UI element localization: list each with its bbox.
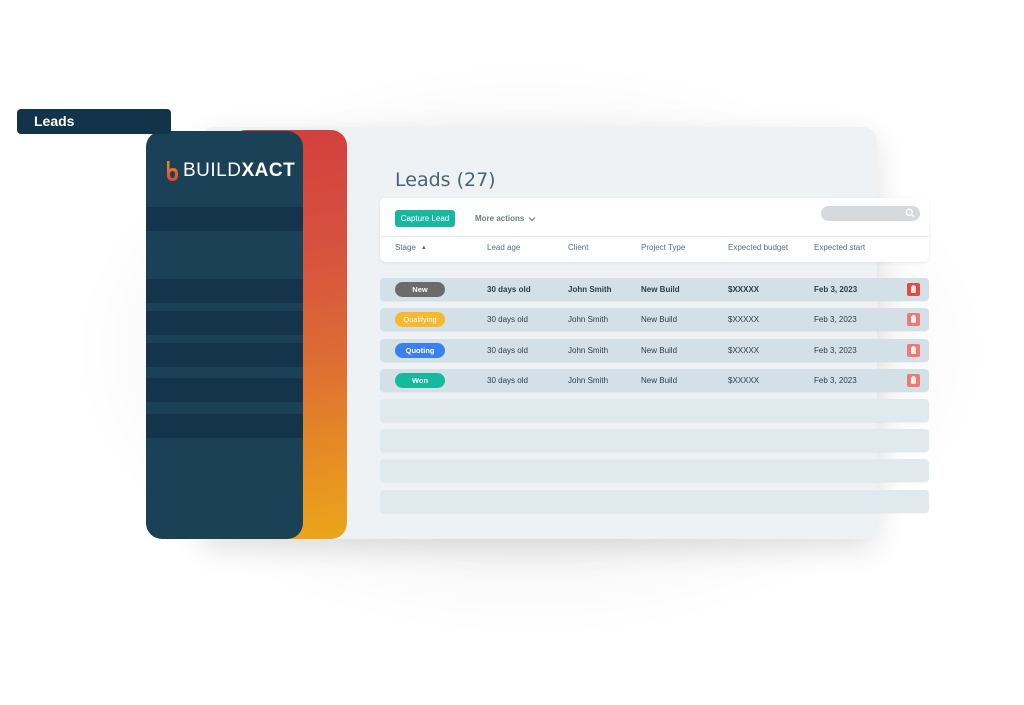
project-type-cell: New Build (641, 346, 678, 355)
client-cell: John Smith (568, 315, 609, 324)
more-actions-label: More actions (475, 214, 525, 223)
lead-age-cell: 30 days old (487, 315, 528, 324)
trash-icon (907, 344, 920, 357)
search-icon (905, 208, 915, 218)
stage-badge: Qualifying (395, 312, 445, 327)
start-date-cell: Feb 3, 2023 (814, 346, 857, 355)
brand-name-bold: XACT (241, 160, 296, 181)
client-cell: John Smith (568, 376, 609, 385)
column-header-lead-age[interactable]: Lead age (487, 243, 520, 252)
table-row[interactable]: Won 30 days old John Smith New Build $XX… (380, 369, 929, 392)
sidebar-nav-item[interactable] (146, 414, 303, 438)
stage-badge: Quoting (395, 343, 445, 358)
table-row[interactable]: New 30 days old John Smith New Build $XX… (380, 278, 929, 301)
search-input[interactable] (821, 206, 920, 221)
project-type-cell: New Build (641, 285, 680, 294)
client-cell: John Smith (568, 346, 609, 355)
placeholder-row (380, 399, 929, 422)
project-type-cell: New Build (641, 315, 678, 324)
placeholder-row (380, 459, 929, 482)
column-header-expected-budget[interactable]: Expected budget (728, 243, 788, 252)
start-date-cell: Feb 3, 2023 (814, 315, 857, 324)
sidebar-nav-item[interactable] (146, 378, 303, 402)
budget-cell: $XXXXX (728, 346, 760, 355)
budget-cell: $XXXXX (728, 285, 760, 294)
sidebar-nav-item[interactable] (146, 343, 303, 367)
buildxact-logo-icon (167, 161, 178, 181)
lead-age-cell: 30 days old (487, 346, 528, 355)
sidebar-nav-item[interactable] (146, 207, 303, 231)
trash-icon (907, 313, 920, 326)
delete-button[interactable] (907, 374, 920, 387)
project-type-cell: New Build (641, 376, 678, 385)
brand-logo: BUILD XACT (165, 160, 295, 182)
start-date-cell: Feb 3, 2023 (814, 285, 858, 294)
sort-ascending-icon: ▲ (420, 245, 427, 251)
column-header-expected-start[interactable]: Expected start (814, 243, 865, 252)
sidebar-item-leads[interactable]: Leads (17, 109, 171, 134)
page-title: Leads (27) (395, 169, 496, 191)
sidebar-nav-item[interactable] (146, 311, 303, 335)
lead-age-cell: 30 days old (487, 285, 531, 294)
placeholder-row (380, 429, 929, 452)
budget-cell: $XXXXX (728, 376, 760, 385)
delete-button[interactable] (907, 283, 920, 296)
sidebar: BUILD XACT (146, 131, 303, 539)
column-header-stage[interactable]: Stage ▲ (395, 243, 427, 252)
trash-icon (907, 283, 920, 296)
capture-lead-button[interactable]: Capture Lead (395, 210, 455, 227)
client-cell: John Smith (568, 285, 612, 294)
budget-cell: $XXXXX (728, 315, 760, 324)
more-actions-dropdown[interactable]: More actions (475, 210, 536, 227)
column-header-project-type[interactable]: Project Type (641, 243, 685, 252)
table-row[interactable]: Qualifying 30 days old John Smith New Bu… (380, 308, 929, 331)
trash-icon (907, 374, 920, 387)
placeholder-row (380, 490, 929, 513)
delete-button[interactable] (907, 313, 920, 326)
stage-badge: New (395, 282, 445, 297)
leads-table-header-card: Capture Lead More actions Stage ▲ Lead ag… (380, 198, 929, 262)
brand-name-light: BUILD (183, 160, 242, 181)
column-header-client[interactable]: Client (568, 243, 588, 252)
header-divider (380, 236, 929, 237)
chevron-down-icon (528, 216, 536, 221)
stage-badge: Won (395, 373, 445, 388)
sidebar-nav-item[interactable] (146, 279, 303, 303)
lead-age-cell: 30 days old (487, 376, 528, 385)
delete-button[interactable] (907, 344, 920, 357)
table-row[interactable]: Quoting 30 days old John Smith New Build… (380, 339, 929, 362)
start-date-cell: Feb 3, 2023 (814, 376, 857, 385)
